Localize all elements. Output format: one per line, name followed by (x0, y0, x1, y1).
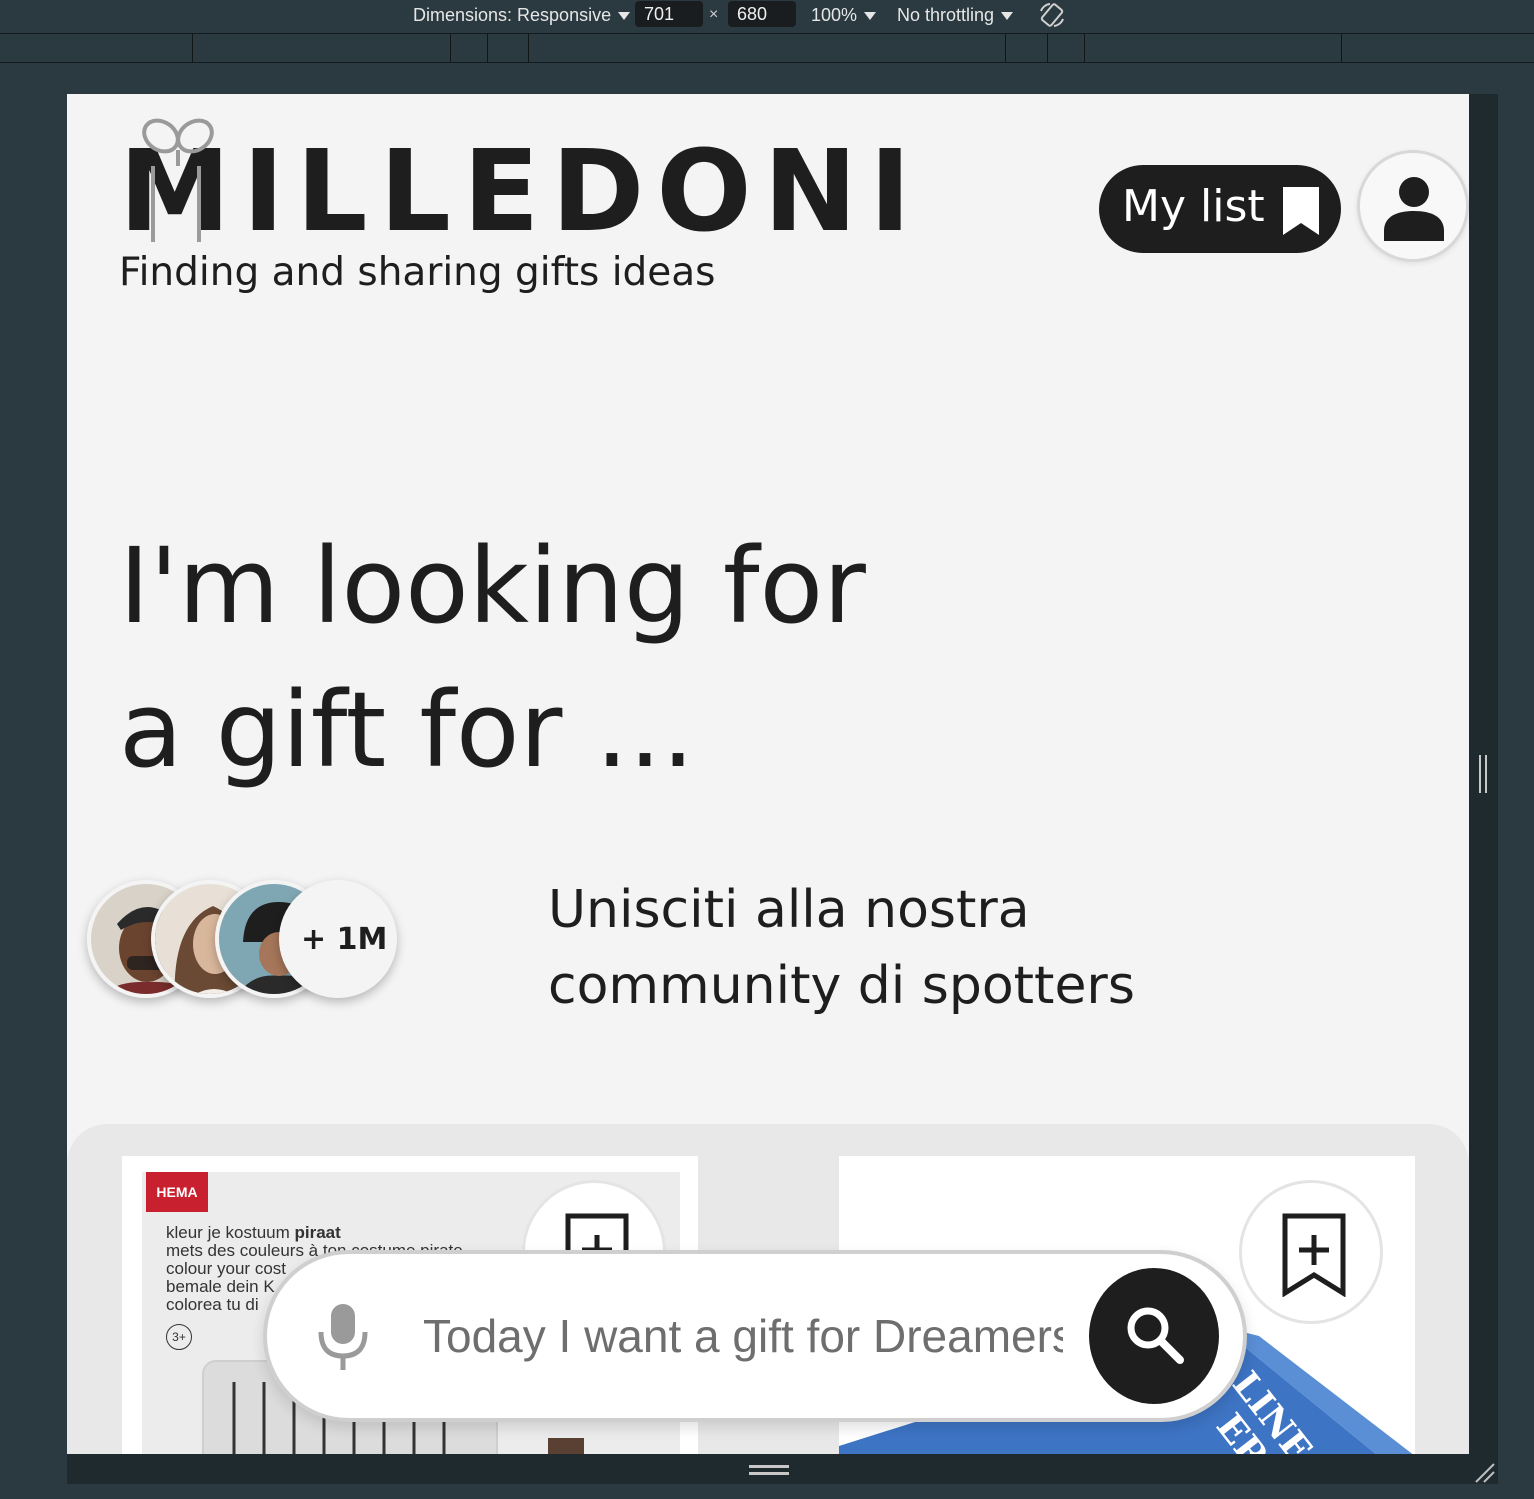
height-input[interactable]: 680 (728, 1, 796, 27)
package-line: kleur je kostuum piraat (166, 1223, 341, 1242)
community-line-2: community di spotters (548, 956, 1135, 1016)
microphone-icon[interactable] (315, 1302, 371, 1372)
brand-label: HEMA (146, 1172, 208, 1212)
user-icon (1384, 177, 1444, 241)
my-list-label: My list (1122, 181, 1265, 232)
account-button[interactable] (1357, 150, 1469, 262)
bookmark-plus-icon (1282, 1213, 1346, 1297)
caret-down-icon (618, 12, 631, 21)
gift-bow-icon (142, 118, 214, 242)
media-query-ruler[interactable] (0, 33, 1534, 63)
community-invite: Unisciti alla nostra community di spotte… (548, 872, 1135, 1024)
logo-wordmark: MILLEDONI (119, 127, 923, 257)
hero-title-line-2: a gift for ... (119, 669, 695, 791)
search-button[interactable] (1089, 1268, 1219, 1404)
bookmark-icon (1283, 187, 1319, 235)
width-input[interactable]: 701 (635, 1, 703, 27)
times-separator: × (709, 6, 719, 23)
tagline: Finding and sharing gifts ideas (119, 250, 716, 295)
community-avatars: + 1M (87, 880, 407, 1004)
search-icon (1127, 1307, 1184, 1364)
page-viewport: MILLEDONI Finding and sharing gifts idea… (67, 94, 1469, 1454)
community-count-badge: + 1M (279, 880, 397, 998)
throttling-label: No throttling (897, 5, 995, 25)
caret-down-icon (864, 12, 877, 21)
dimensions-label: Dimensions: Responsive (413, 5, 612, 25)
resize-corner-icon[interactable] (1474, 1462, 1496, 1484)
hero-title-line-1: I'm looking for (119, 525, 866, 647)
milledoni-logo[interactable]: MILLEDONI (119, 114, 911, 254)
zoom-label: 100% (811, 5, 858, 25)
dimensions-dropdown[interactable]: Dimensions: Responsive (413, 5, 631, 26)
search-bar (263, 1250, 1247, 1422)
throttling-dropdown[interactable]: No throttling (897, 5, 1014, 26)
save-to-list-button[interactable] (1239, 1180, 1383, 1324)
resize-handle-bottom[interactable] (749, 1465, 789, 1475)
zoom-dropdown[interactable]: 100% (811, 5, 877, 26)
community-count: + 1M (301, 922, 388, 957)
age-badge: 3+ (166, 1324, 192, 1350)
devtools-device-toolbar: Dimensions: Responsive 701 × 680 100% No… (0, 0, 1534, 32)
resize-handle-right[interactable] (1479, 755, 1487, 793)
search-input[interactable] (423, 1296, 1063, 1376)
my-list-button[interactable]: My list (1099, 165, 1341, 253)
rotate-icon[interactable] (1038, 1, 1066, 29)
markers-image (548, 1438, 584, 1454)
caret-down-icon (1001, 12, 1014, 21)
community-line-1: Unisciti alla nostra (548, 880, 1030, 940)
